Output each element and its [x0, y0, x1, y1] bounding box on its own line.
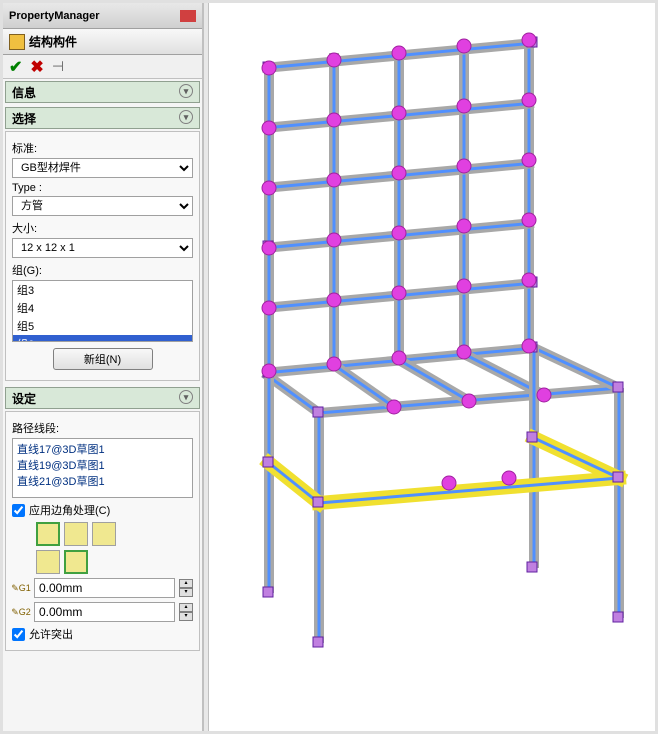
path-list-item[interactable]: 直线19@3D草图1 — [17, 457, 188, 473]
gap1-down[interactable]: ▾ — [179, 588, 193, 597]
select-label: 选择 — [12, 110, 36, 127]
allow-protrude-label: 允许突出 — [29, 626, 73, 642]
confirm-toolbar: ✔ ✖ ⊣ — [3, 55, 202, 79]
group-list-item[interactable]: 组6 — [13, 335, 192, 342]
apply-corner-checkbox[interactable] — [12, 504, 25, 517]
gap2-icon: ✎G2 — [12, 603, 30, 621]
allow-protrude-checkbox[interactable] — [12, 628, 25, 641]
gap1-icon: ✎G1 — [12, 579, 30, 597]
standard-label: 标准: — [12, 140, 193, 156]
property-manager-panel: PropertyManager 结构构件 ✔ ✖ ⊣ 信息 ▾ 选择 ▾ 标准:… — [3, 3, 203, 731]
pm-header: PropertyManager — [3, 3, 202, 29]
standard-dropdown[interactable]: GB型材焊件 — [12, 158, 193, 178]
corner-treatment-1-button[interactable] — [36, 522, 60, 546]
section-settings-header[interactable]: 设定 ▾ — [5, 387, 200, 409]
group-list-item[interactable]: 组5 — [13, 317, 192, 335]
group-list-item[interactable]: 组4 — [13, 299, 192, 317]
gap1-input[interactable]: 0.00mm — [34, 578, 175, 598]
group-listbox[interactable]: 组3组4组5组6 — [12, 280, 193, 342]
feature-title-bar: 结构构件 — [3, 29, 202, 55]
ok-button[interactable]: ✔ — [9, 57, 22, 77]
info-label: 信息 — [12, 84, 36, 101]
guide-flag-icon[interactable] — [180, 10, 196, 22]
gap1-up[interactable]: ▴ — [179, 579, 193, 588]
group-label: 组(G): — [12, 262, 193, 278]
corner-treatment-3-button[interactable] — [92, 522, 116, 546]
type-label: Type : — [12, 182, 193, 194]
collapse-icon[interactable]: ▾ — [179, 110, 193, 124]
corner-option-1-button[interactable] — [36, 550, 60, 574]
gap2-down[interactable]: ▾ — [179, 612, 193, 621]
corner-option-2-button[interactable] — [64, 550, 88, 574]
feature-name: 结构构件 — [29, 33, 77, 50]
corner-treatment-2-button[interactable] — [64, 522, 88, 546]
size-label: 大小: — [12, 220, 193, 236]
path-list-item[interactable]: 直线17@3D草图1 — [17, 441, 188, 457]
group-list-item[interactable]: 组3 — [13, 281, 192, 299]
section-select-header[interactable]: 选择 ▾ — [5, 107, 200, 129]
cancel-button[interactable]: ✖ — [30, 57, 43, 77]
section-info-header[interactable]: 信息 ▾ — [5, 81, 200, 103]
path-list-item[interactable]: 直线21@3D草图1 — [17, 473, 188, 489]
section-select-body: 标准: GB型材焊件 Type : 方管 大小: 12 x 12 x 1 组(G… — [5, 131, 200, 381]
structural-member-icon — [9, 34, 25, 50]
3d-viewport[interactable] — [209, 3, 655, 731]
pushpin-icon[interactable]: ⊣ — [52, 58, 64, 75]
collapse-icon[interactable]: ▾ — [179, 84, 193, 98]
apply-corner-label: 应用边角处理(C) — [29, 502, 110, 518]
gap2-up[interactable]: ▴ — [179, 603, 193, 612]
pm-title: PropertyManager — [9, 10, 99, 22]
chair-model — [209, 13, 649, 723]
path-segments-label: 路径线段: — [12, 420, 193, 436]
section-settings-body: 路径线段: 直线17@3D草图1直线19@3D草图1直线21@3D草图1 应用边… — [5, 411, 200, 651]
new-group-button[interactable]: 新组(N) — [53, 348, 153, 370]
collapse-icon[interactable]: ▾ — [179, 390, 193, 404]
settings-label: 设定 — [12, 390, 36, 407]
size-dropdown[interactable]: 12 x 12 x 1 — [12, 238, 193, 258]
path-listbox[interactable]: 直线17@3D草图1直线19@3D草图1直线21@3D草图1 — [12, 438, 193, 498]
type-dropdown[interactable]: 方管 — [12, 196, 193, 216]
gap2-input[interactable]: 0.00mm — [34, 602, 175, 622]
